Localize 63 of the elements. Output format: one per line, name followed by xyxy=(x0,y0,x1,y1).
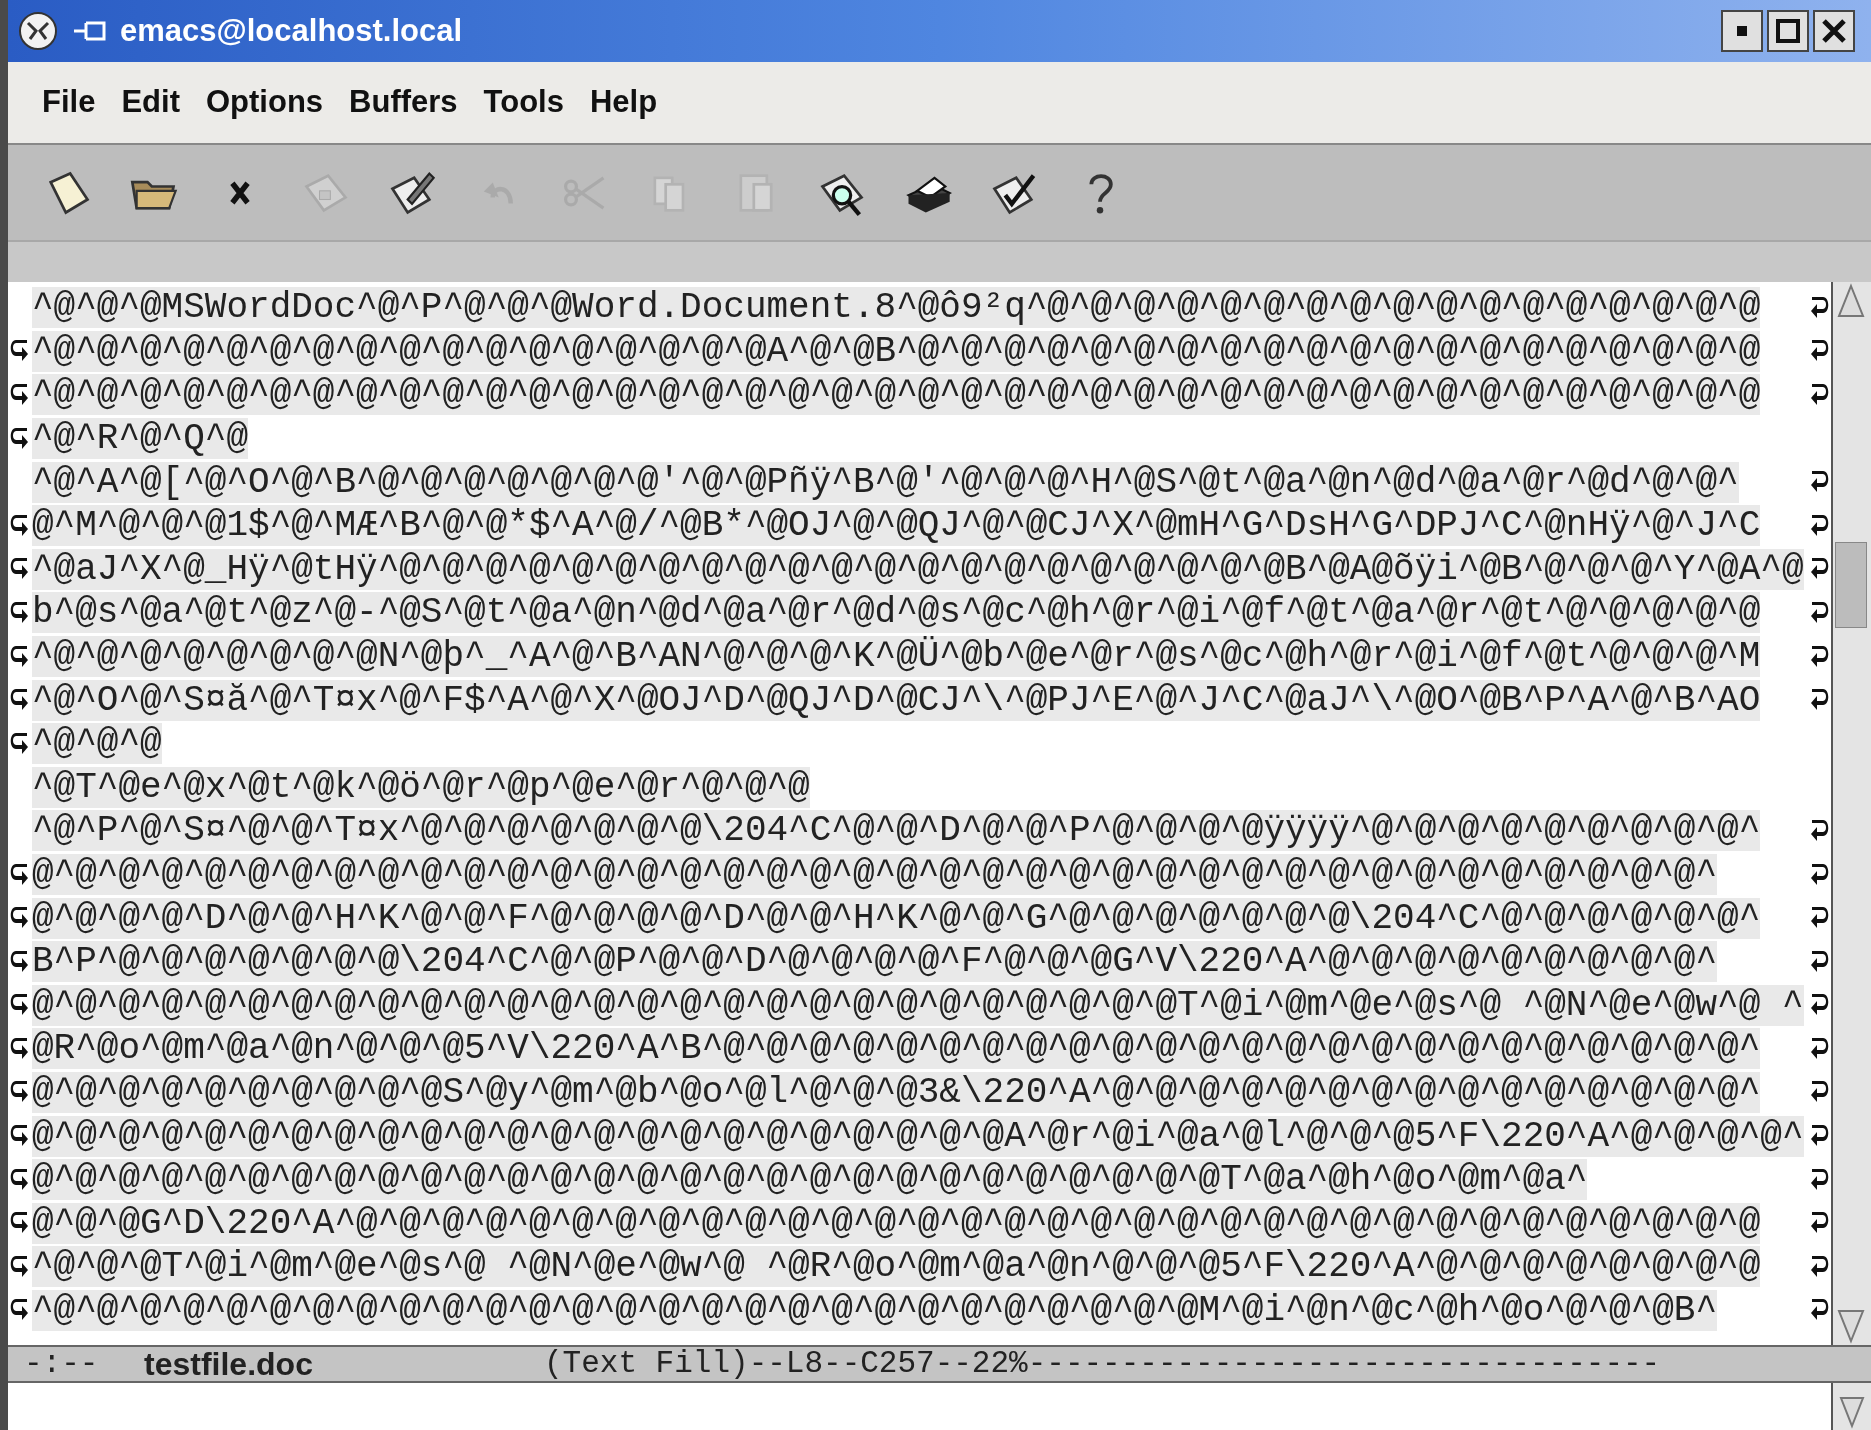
wrap-arrow-icon xyxy=(1809,907,1829,930)
wrap-arrow-icon xyxy=(1809,645,1829,668)
wrap-arrow-icon xyxy=(1809,1299,1829,1322)
minibuffer-scrollbar[interactable] xyxy=(1831,1383,1871,1430)
wrap-arrow-icon xyxy=(1809,1168,1829,1191)
wrap-arrow-icon xyxy=(1809,1081,1829,1104)
menu-item[interactable]: Options xyxy=(205,79,324,126)
menu-item[interactable]: Edit xyxy=(121,79,180,126)
menu-item[interactable]: Tools xyxy=(483,79,564,126)
wrap-arrow-icon xyxy=(1809,340,1829,363)
continuation-arrow-icon xyxy=(10,1125,30,1148)
continuation-arrow-icon xyxy=(10,427,30,450)
wrap-arrow-icon xyxy=(1809,296,1829,319)
down-arrow-icon[interactable] xyxy=(1837,1394,1867,1430)
wrap-arrow-icon xyxy=(1809,384,1829,406)
wrap-arrow-icon xyxy=(1809,1255,1829,1278)
close-button[interactable] xyxy=(1813,10,1855,52)
continuation-arrow-icon xyxy=(10,1299,30,1322)
pin-icon[interactable] xyxy=(72,19,108,43)
continuation-arrow-icon xyxy=(10,384,30,406)
close-icon xyxy=(1821,18,1847,44)
wrap-arrow-icon xyxy=(1809,994,1829,1017)
wrap-arrow-icon xyxy=(1809,558,1829,581)
wrap-arrow-icon xyxy=(1809,689,1829,712)
wrap-arrow-icon xyxy=(1809,1037,1829,1060)
continuation-arrow-icon xyxy=(10,1081,30,1104)
menu-item[interactable]: Help xyxy=(589,79,658,126)
maximize-icon xyxy=(1776,19,1800,43)
continuation-arrow-icon xyxy=(10,1168,30,1191)
continuation-arrow-icon xyxy=(10,601,30,624)
continuation-arrow-icon xyxy=(10,340,30,363)
continuation-arrow-icon xyxy=(10,514,30,537)
wrap-arrow-icon xyxy=(1809,863,1829,886)
menu-item[interactable]: Buffers xyxy=(349,79,458,126)
menu-item[interactable]: File xyxy=(42,79,96,126)
wrap-arrow-icon xyxy=(1809,514,1829,537)
wrap-arrow-icon xyxy=(1809,471,1829,494)
continuation-arrow-icon xyxy=(10,558,30,581)
wrap-arrow-icon xyxy=(1809,1125,1829,1148)
wrap-arrow-icon xyxy=(1809,950,1829,973)
modified-status: -:-- xyxy=(24,1344,100,1383)
window-title: emacs@localhost.local xyxy=(120,11,463,50)
mode-line-dashes: ---------------------------------- xyxy=(1027,1344,1661,1383)
continuation-arrow-icon xyxy=(10,1255,30,1278)
minimize-icon xyxy=(1737,26,1747,36)
continuation-arrow-icon xyxy=(10,1212,30,1235)
maximize-button[interactable] xyxy=(1767,10,1809,52)
continuation-arrow-icon xyxy=(10,950,30,973)
continuation-arrow-icon xyxy=(10,645,30,668)
scrollbar-thumb[interactable] xyxy=(1835,542,1867,628)
minimize-button[interactable] xyxy=(1721,10,1763,52)
continuation-arrow-icon xyxy=(10,907,30,930)
continuation-arrow-icon xyxy=(10,732,30,755)
continuation-arrow-icon xyxy=(10,863,30,886)
continuation-arrow-icon xyxy=(10,689,30,712)
mode-info: (Text Fill)--L8--C257--22% xyxy=(544,1344,1028,1383)
continuation-arrow-icon xyxy=(10,994,30,1017)
continuation-arrow-icon xyxy=(10,1037,30,1060)
buffer-name: testfile.doc xyxy=(144,1345,314,1384)
wrap-arrow-icon xyxy=(1809,601,1829,624)
wrap-arrow-icon xyxy=(1809,819,1829,842)
wrap-arrow-icon xyxy=(1809,1212,1829,1235)
scrollbar[interactable] xyxy=(1831,282,1871,1345)
